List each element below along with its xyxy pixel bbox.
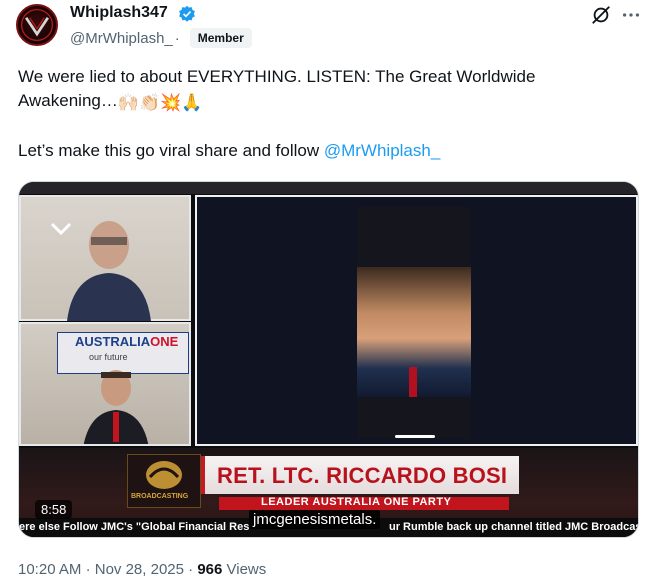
tweet-paragraph-1: We were lied to about EVERYTHING. LISTEN… xyxy=(18,65,638,115)
australia-one-banner-text: AUSTRALIAONE xyxy=(75,334,178,349)
views-count: 966 xyxy=(197,561,223,578)
broadcasting-logo: BROADCASTING xyxy=(127,454,201,508)
sub-plate-text: LEADER AUSTRALIA ONE PARTY xyxy=(261,497,452,508)
ticker-left-text: ere else Follow JMC's "Global Financial … xyxy=(19,521,250,533)
meta-separator-1: · xyxy=(85,561,91,578)
speaker-2-figure xyxy=(83,370,149,444)
avatar-logo-icon xyxy=(20,8,54,42)
clapping-hands-emoji: 👏🏻 xyxy=(139,93,161,112)
avatar[interactable] xyxy=(16,4,58,46)
speaker-1-figure xyxy=(67,221,151,321)
more-options-icon[interactable] xyxy=(620,4,642,26)
video-duration: 8:58 xyxy=(35,500,73,519)
banner-right-text: ONE xyxy=(150,334,179,349)
broadcasting-logo-icon xyxy=(146,461,182,489)
handle-separator: · xyxy=(174,29,180,47)
ticker-right-text: ur Rumble back up channel titled JMC Bro… xyxy=(389,521,638,533)
tweet-paragraph-2: Let’s make this go viral share and follo… xyxy=(18,139,638,163)
banner-left-text: AUSTRALIA xyxy=(75,334,151,349)
portrait-scroll-indicator xyxy=(395,435,435,438)
author-handle[interactable]: @MrWhiplash_ xyxy=(70,30,173,47)
tweet-text: We were lied to about EVERYTHING. LISTEN… xyxy=(18,65,638,163)
author-handle-row: @MrWhiplash_ · Member xyxy=(70,28,252,48)
name-plate: RET. LTC. RICCARDO BOSI xyxy=(201,456,519,494)
banner-subtext: our future xyxy=(89,352,128,362)
author-display-name[interactable]: Whiplash347 xyxy=(70,4,168,22)
video-panel-speaker-2: AUSTRALIAONE our future xyxy=(19,322,191,446)
raised-hands-emoji: 🙌🏻 xyxy=(117,93,140,112)
folded-hands-emoji: 🙏 xyxy=(181,93,203,112)
tweet-date[interactable]: Nov 28, 2025 xyxy=(95,561,184,578)
grok-icon[interactable] xyxy=(590,4,612,26)
verified-badge-icon xyxy=(179,5,195,22)
video-top-strip xyxy=(19,182,638,194)
portrait-tie xyxy=(409,367,417,397)
video-panel-speaker-1 xyxy=(19,195,191,321)
video-caption: jmcgenesismetals. xyxy=(249,510,381,529)
portrait-image xyxy=(357,207,471,439)
tweet-time[interactable]: 10:20 AM xyxy=(18,561,81,578)
video-player[interactable]: AUSTRALIAONE our future BROADCASTING RET… xyxy=(18,181,639,538)
name-plate-text: RET. LTC. RICCARDO BOSI xyxy=(217,463,508,488)
video-panel-main xyxy=(195,195,638,446)
views-label: Views xyxy=(226,561,267,578)
tweet-meta: 10:20 AM · Nov 28, 2025 · 966 Views xyxy=(18,561,266,578)
tweet-line-2: Let’s make this go viral share and follo… xyxy=(18,141,324,160)
member-badge[interactable]: Member xyxy=(189,28,252,48)
meta-separator-2: · xyxy=(188,561,194,578)
sub-plate: LEADER AUSTRALIA ONE PARTY xyxy=(219,497,509,510)
mention-link[interactable]: @MrWhiplash_ xyxy=(324,141,440,160)
collision-emoji: 💥 xyxy=(160,93,182,112)
logo-text: BROADCASTING xyxy=(131,493,189,500)
tweet-line-1: We were lied to about EVERYTHING. LISTEN… xyxy=(18,67,536,110)
